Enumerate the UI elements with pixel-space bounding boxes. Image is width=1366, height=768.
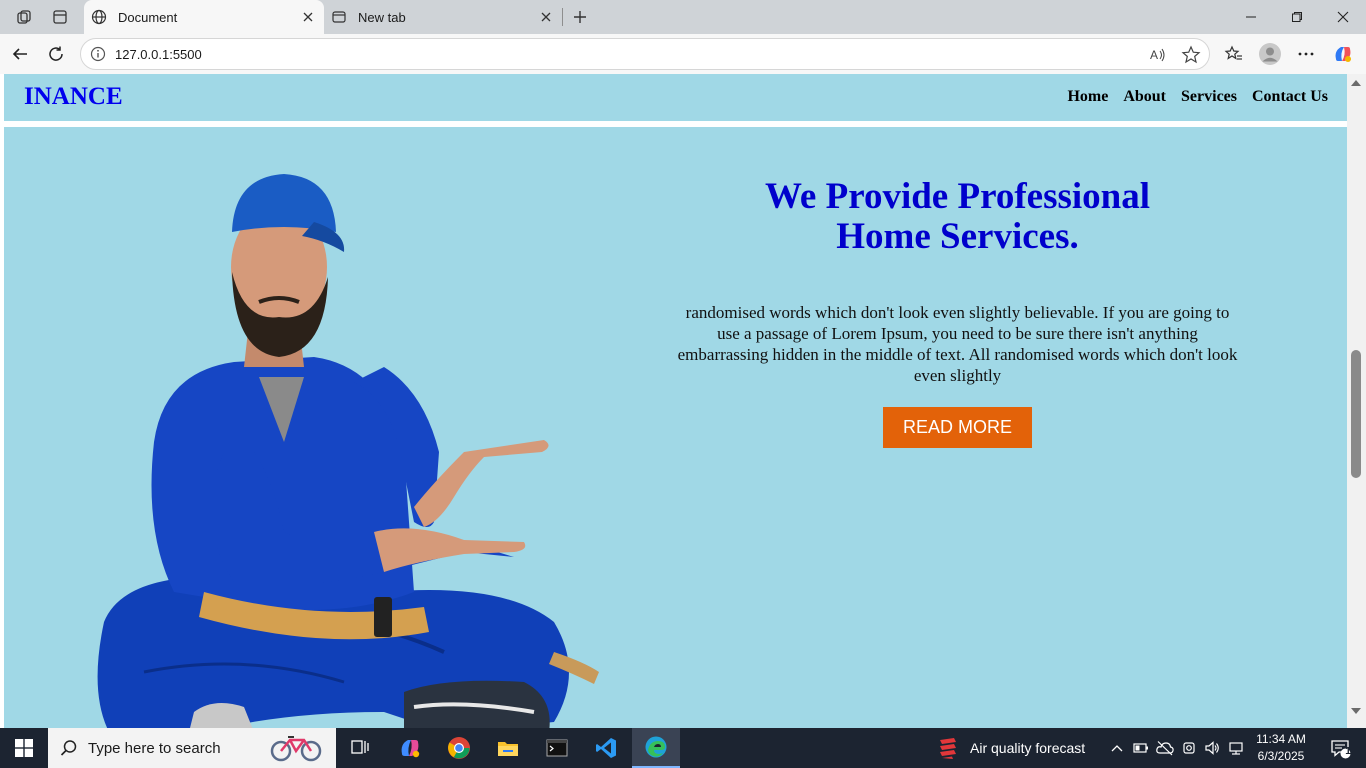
hero-title-line-2: Home Services.: [836, 216, 1079, 257]
nav-home-link[interactable]: Home: [1067, 88, 1108, 106]
network-icon[interactable]: [1227, 739, 1245, 757]
hero-description: randomised words which don't look even s…: [677, 303, 1238, 385]
tab-title: Document: [118, 9, 178, 25]
read-more-button[interactable]: READ MORE: [883, 407, 1032, 448]
vertical-tabs-icon[interactable]: [47, 5, 73, 29]
search-icon: [60, 739, 78, 757]
windows-start-icon[interactable]: [0, 728, 48, 768]
brand-logo[interactable]: INANCE: [24, 83, 123, 111]
favorites-icon[interactable]: [1220, 40, 1248, 68]
site-header: INANCE Home About Services Contact Us: [4, 74, 1347, 121]
vscode-icon[interactable]: [582, 728, 630, 768]
windows-taskbar: Type here to search Air quality forecast: [0, 728, 1366, 768]
close-window-icon[interactable]: [1320, 0, 1366, 34]
main-nav: Home About Services Contact Us: [1067, 88, 1328, 106]
nav-services-link[interactable]: Services: [1181, 88, 1237, 106]
notifications-icon[interactable]: 1: [1318, 728, 1362, 768]
copilot-icon[interactable]: [1329, 40, 1357, 68]
browser-tab-strip: Document New tab: [0, 0, 1366, 34]
battery-icon[interactable]: [1132, 739, 1150, 757]
taskbar-search-box[interactable]: Type here to search: [48, 728, 336, 768]
new-tab-icon[interactable]: [567, 5, 593, 29]
worker-image: [97, 174, 599, 728]
bicycle-icon: [268, 734, 324, 762]
tab-title: New tab: [358, 9, 406, 25]
cloud-offline-icon[interactable]: [1156, 739, 1174, 757]
restore-icon[interactable]: [1274, 0, 1320, 34]
terminal-icon[interactable]: [533, 728, 581, 768]
show-hidden-icons-chevron-icon[interactable]: [1108, 739, 1126, 757]
taskbar-clock[interactable]: 11:34 AM 6/3/2025: [1248, 731, 1314, 765]
close-tab-icon[interactable]: [300, 9, 316, 25]
back-arrow-icon[interactable]: [6, 40, 34, 68]
page-viewport: INANCE Home About Services Contact Us We…: [0, 74, 1366, 728]
read-aloud-icon[interactable]: A: [1149, 46, 1167, 64]
favorite-star-icon[interactable]: [1181, 45, 1201, 65]
site-info-icon[interactable]: [90, 46, 106, 62]
air-quality-icon: [936, 736, 960, 760]
globe-icon: [90, 8, 108, 26]
workspaces-icon[interactable]: [11, 5, 37, 29]
edge-icon[interactable]: [632, 728, 680, 768]
hero-title: We Provide Professional Home Services.: [680, 177, 1235, 257]
nav-about-link[interactable]: About: [1123, 88, 1166, 106]
close-tab-icon[interactable]: [538, 9, 554, 25]
tab-divider: [562, 8, 563, 26]
search-placeholder: Type here to search: [88, 739, 221, 757]
tab-document[interactable]: Document: [84, 0, 324, 34]
scroll-up-arrow-icon[interactable]: [1351, 80, 1361, 86]
scroll-thumb[interactable]: [1351, 350, 1361, 478]
url-text: 127.0.0.1:5500: [115, 47, 202, 62]
nav-contact-link[interactable]: Contact Us: [1252, 88, 1328, 106]
notification-count: 1: [1345, 746, 1351, 757]
address-bar[interactable]: 127.0.0.1:5500 A: [80, 38, 1210, 70]
more-options-icon[interactable]: [1292, 40, 1320, 68]
profile-avatar-icon[interactable]: [1256, 40, 1284, 68]
svg-text:A: A: [1150, 48, 1158, 62]
clock-time: 11:34 AM: [1256, 732, 1306, 746]
clock-date: 6/3/2025: [1257, 749, 1305, 763]
weather-widget[interactable]: Air quality forecast: [936, 728, 1085, 768]
chrome-icon[interactable]: [435, 728, 483, 768]
meet-now-icon[interactable]: [1180, 739, 1198, 757]
file-explorer-icon[interactable]: [484, 728, 532, 768]
minimize-icon[interactable]: [1228, 0, 1274, 34]
tab-new-tab[interactable]: New tab: [324, 0, 562, 34]
task-view-icon[interactable]: [336, 728, 384, 768]
hero-title-line-1: We Provide Professional: [764, 176, 1151, 217]
scroll-down-arrow-icon[interactable]: [1351, 708, 1361, 714]
copilot-app-icon[interactable]: [386, 728, 434, 768]
volume-icon[interactable]: [1203, 739, 1221, 757]
web-page: INANCE Home About Services Contact Us We…: [4, 74, 1347, 728]
page-scrollbar[interactable]: [1347, 74, 1366, 728]
refresh-icon[interactable]: [42, 40, 70, 68]
weather-text: Air quality forecast: [970, 740, 1086, 756]
browser-toolbar: 127.0.0.1:5500 A: [0, 34, 1366, 74]
new-tab-page-icon: [330, 8, 348, 26]
hero-section: We Provide Professional Home Services. r…: [4, 127, 1347, 728]
